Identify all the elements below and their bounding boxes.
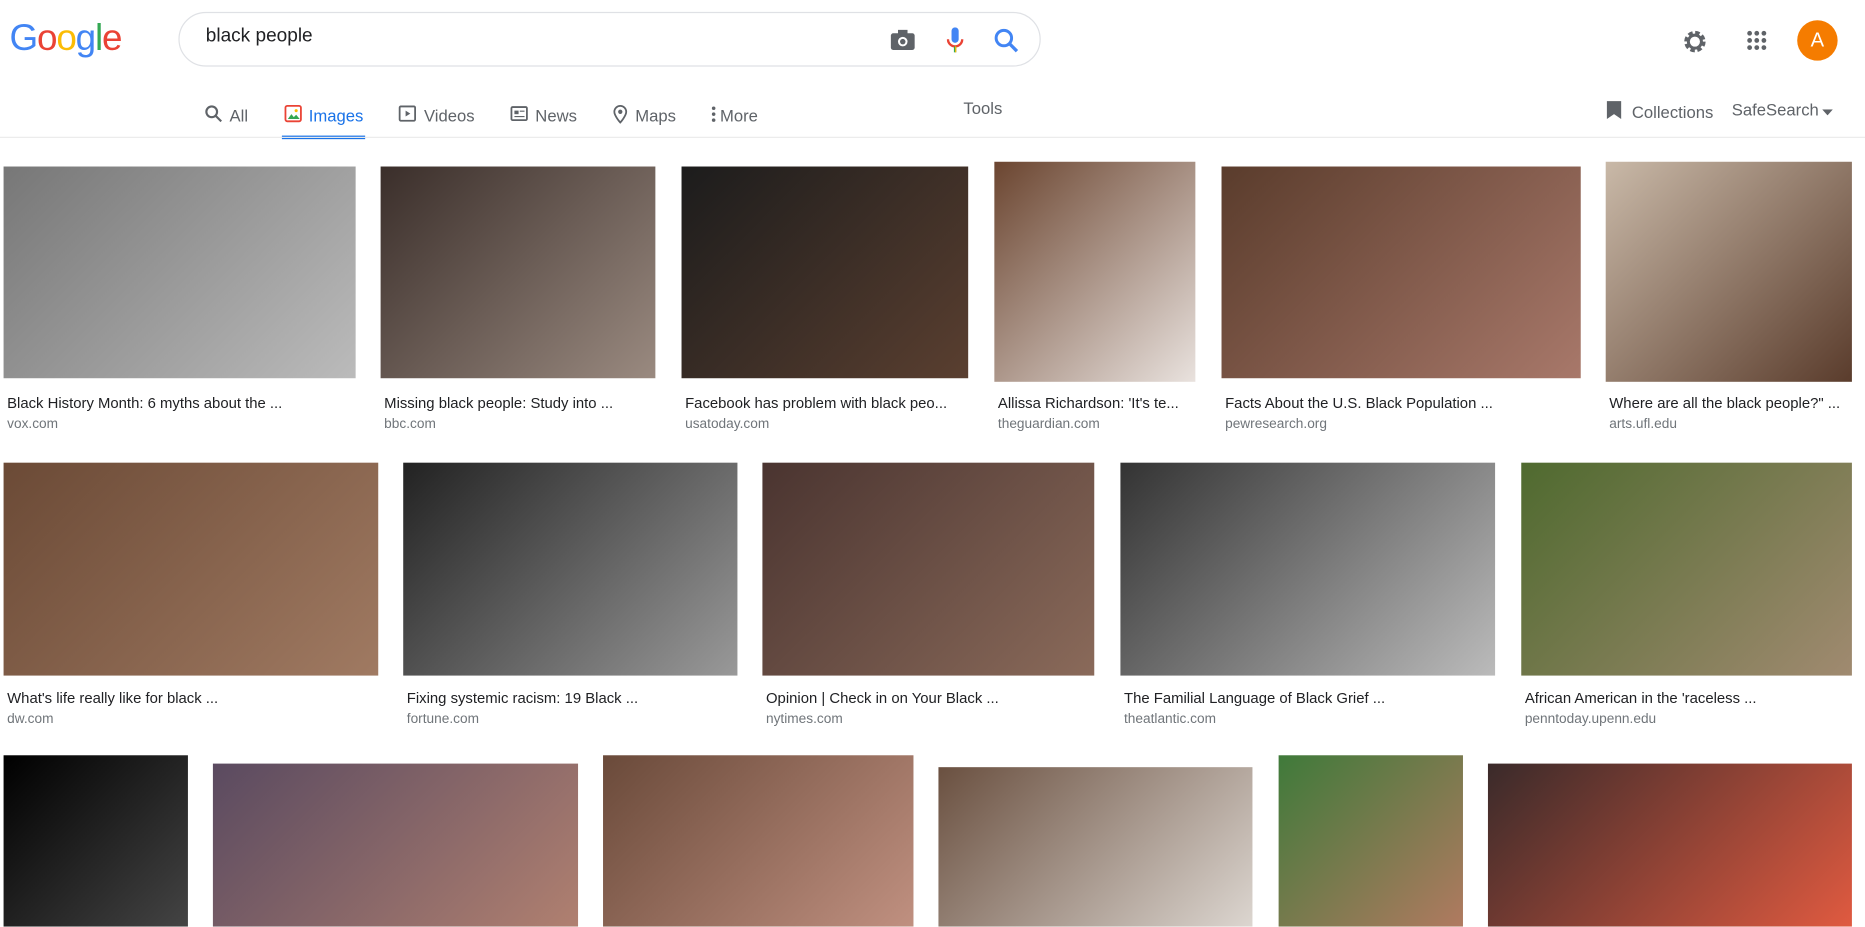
image-result[interactable] (212, 763, 579, 927)
image-result[interactable]: What's life really like for black ... dw.… (3, 462, 379, 733)
result-thumbnail[interactable] (603, 755, 914, 927)
tab-news[interactable]: News (508, 95, 579, 135)
image-result[interactable]: Facebook has problem with black peo... us… (681, 166, 969, 438)
news-icon (510, 105, 528, 126)
result-thumbnail[interactable] (681, 166, 969, 379)
image-result[interactable]: African American in the 'raceless ... pen… (1521, 462, 1852, 733)
result-source[interactable]: nytimes.com (766, 712, 843, 726)
tab-more[interactable]: More (709, 95, 760, 135)
result-source[interactable]: usatoday.com (685, 417, 769, 431)
image-result[interactable] (603, 755, 914, 927)
result-thumbnail[interactable] (1605, 161, 1852, 382)
result-thumbnail[interactable] (938, 767, 1253, 927)
search-box (178, 11, 1041, 67)
search-tabs: All Images Videos News Maps More (202, 95, 791, 140)
image-result[interactable]: Opinion | Check in on Your Black ... nyti… (762, 462, 1095, 733)
result-title[interactable]: Where are all the black people?" ... (1609, 395, 1840, 412)
result-title[interactable]: Facts About the U.S. Black Population ..… (1225, 395, 1493, 412)
tools-button[interactable]: Tools (963, 99, 1002, 118)
video-icon (399, 105, 417, 126)
google-logo[interactable]: Google (10, 17, 123, 60)
tab-label: More (719, 105, 758, 125)
image-result[interactable] (3, 755, 188, 927)
result-thumbnail[interactable] (994, 161, 1196, 382)
camera-icon[interactable] (888, 27, 917, 53)
result-source[interactable]: theguardian.com (998, 417, 1100, 431)
tab-label: Images (308, 105, 364, 125)
settings-gear-icon[interactable] (1679, 26, 1710, 57)
result-thumbnail[interactable] (403, 462, 738, 676)
image-result[interactable]: Fixing systemic racism: 19 Black ... fort… (403, 462, 738, 733)
result-thumbnail[interactable] (1487, 763, 1852, 927)
tab-label: News (535, 105, 577, 125)
result-thumbnail[interactable] (1278, 755, 1463, 927)
result-thumbnail[interactable] (1521, 462, 1852, 676)
bookmark-icon (1606, 100, 1623, 124)
result-source[interactable]: arts.ufl.edu (1609, 417, 1677, 431)
image-result[interactable]: Facts About the U.S. Black Population ..… (1221, 166, 1581, 438)
result-title[interactable]: Facebook has problem with black peo... (685, 395, 947, 412)
safesearch-dropdown[interactable]: SafeSearch (1731, 99, 1834, 119)
result-title[interactable]: Allissa Richardson: 'It's te... (998, 395, 1179, 412)
result-source[interactable]: penntoday.upenn.edu (1525, 712, 1656, 726)
more-vert-icon (712, 105, 717, 125)
result-title[interactable]: What's life really like for black ... (7, 690, 218, 707)
result-thumbnail[interactable] (1120, 462, 1496, 676)
tab-all[interactable]: All (202, 95, 250, 135)
image-result[interactable]: Allissa Richardson: 'It's te... theguardi… (994, 161, 1196, 438)
image-result[interactable] (1487, 763, 1852, 927)
apps-grid-icon[interactable] (1744, 27, 1770, 53)
result-thumbnail[interactable] (1221, 166, 1581, 379)
image-result[interactable] (938, 767, 1253, 927)
tab-maps[interactable]: Maps (610, 95, 678, 135)
tab-images[interactable]: Images (281, 95, 366, 140)
search-input[interactable] (203, 24, 875, 49)
search-icon (205, 105, 223, 126)
result-title[interactable]: Opinion | Check in on Your Black ... (766, 690, 999, 707)
collections-label: Collections (1631, 102, 1714, 122)
result-title[interactable]: African American in the 'raceless ... (1525, 690, 1757, 707)
result-thumbnail[interactable] (380, 166, 656, 379)
image-result[interactable]: Where are all the black people?" ... arts… (1605, 161, 1852, 438)
result-title[interactable]: Black History Month: 6 myths about the .… (7, 395, 282, 412)
map-pin-icon (613, 104, 628, 127)
safesearch-label: SafeSearch (1731, 99, 1819, 119)
search-icon[interactable] (992, 26, 1021, 55)
microphone-icon[interactable] (943, 26, 967, 55)
account-avatar[interactable]: A (1797, 20, 1838, 61)
caret-down-icon (1822, 100, 1834, 119)
result-source[interactable]: pewresearch.org (1225, 417, 1327, 431)
result-thumbnail[interactable] (762, 462, 1095, 676)
result-title[interactable]: Fixing systemic racism: 19 Black ... (407, 690, 638, 707)
result-title[interactable]: The Familial Language of Black Grief ... (1124, 690, 1385, 707)
result-source[interactable]: fortune.com (407, 712, 479, 726)
result-thumbnail[interactable] (3, 755, 188, 927)
result-source[interactable]: vox.com (7, 417, 58, 431)
image-result[interactable]: Black History Month: 6 myths about the .… (3, 166, 356, 438)
result-thumbnail[interactable] (3, 462, 379, 676)
image-icon (284, 104, 302, 126)
tab-label: All (229, 105, 249, 125)
image-result[interactable] (1278, 755, 1463, 927)
tab-label: Videos (424, 105, 475, 125)
header-divider (0, 136, 1865, 138)
result-source[interactable]: dw.com (7, 712, 53, 726)
collections-button[interactable]: Collections (1606, 100, 1714, 124)
tab-videos[interactable]: Videos (397, 95, 477, 135)
tab-label: Maps (635, 105, 676, 125)
result-source[interactable]: bbc.com (384, 417, 436, 431)
result-thumbnail[interactable] (3, 166, 356, 379)
image-result[interactable]: The Familial Language of Black Grief ...… (1120, 462, 1496, 733)
result-source[interactable]: theatlantic.com (1124, 712, 1216, 726)
image-result[interactable]: Missing black people: Study into ... bbc.… (380, 166, 656, 438)
result-thumbnail[interactable] (212, 763, 579, 927)
result-title[interactable]: Missing black people: Study into ... (384, 395, 613, 412)
